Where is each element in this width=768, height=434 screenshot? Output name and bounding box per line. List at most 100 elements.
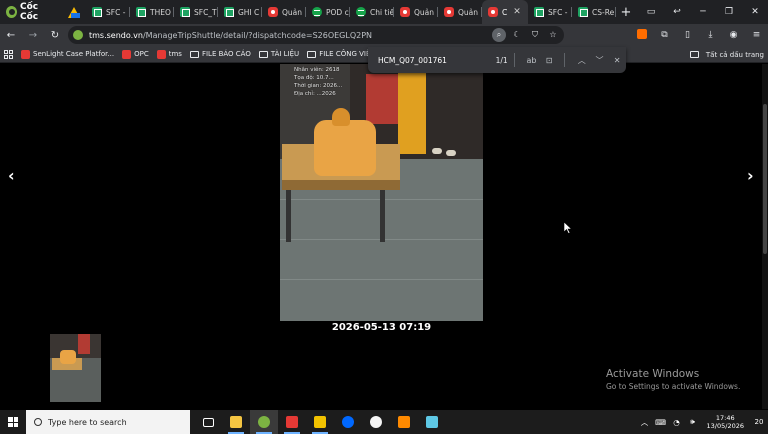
- photo-red-cabinet: [366, 74, 400, 124]
- folder-icon: [307, 50, 317, 58]
- browser-tab[interactable]: Quản: [438, 0, 482, 24]
- taskbar-app-button[interactable]: [306, 410, 334, 434]
- browser-tab[interactable]: Quản: [262, 0, 306, 24]
- bookmark-item[interactable]: tms: [153, 49, 186, 59]
- wifi-icon[interactable]: ◔: [671, 418, 683, 427]
- bookmark-label: SenLight Case Platfor...: [33, 50, 115, 58]
- photo-stamp: Nhân viên: 2618 Tọa độ: 10.7... Thời gia…: [294, 67, 343, 97]
- reload-button[interactable]: ↻: [44, 30, 66, 41]
- browser-tab[interactable]: SFC -: [528, 0, 572, 24]
- browser-tab[interactable]: SFC_T: [174, 0, 218, 24]
- dark-mode-icon[interactable]: ☾: [510, 28, 524, 42]
- maximize-button[interactable]: ❐: [716, 7, 742, 17]
- minimize-button[interactable]: ─: [690, 7, 716, 17]
- photo-table-leg: [380, 190, 385, 242]
- profile-icon[interactable]: ◉: [722, 30, 745, 40]
- menu-icon[interactable]: ≡: [745, 30, 768, 40]
- address-bar[interactable]: tms.sendo.vn/ManageTripShuttle/detail/?d…: [68, 26, 564, 44]
- taskbar-app-button[interactable]: [194, 410, 222, 434]
- find-in-page-icon[interactable]: ⌕: [492, 28, 506, 42]
- taskbar-app-button[interactable]: [334, 410, 362, 434]
- scrollbar-thumb[interactable]: [763, 104, 767, 254]
- next-image-arrow[interactable]: ›: [747, 166, 754, 185]
- bookmark-star-icon[interactable]: ☆: [546, 28, 560, 42]
- all-bookmarks[interactable]: Tất cả dấu trang: [686, 46, 764, 63]
- google-drive-icon[interactable]: [68, 6, 80, 18]
- coccoc-extension-icon[interactable]: [630, 28, 653, 42]
- bookmark-item[interactable]: TÀI LIỆU: [255, 50, 303, 58]
- apps-button[interactable]: [0, 49, 17, 59]
- start-button[interactable]: [0, 410, 26, 434]
- page-scrollbar[interactable]: [762, 64, 768, 409]
- clock[interactable]: 17:46 13/05/2026: [707, 414, 744, 430]
- photo-person: [398, 64, 426, 154]
- photo-thumbnail[interactable]: [50, 334, 101, 402]
- browser-tab[interactable]: THEO: [130, 0, 174, 24]
- taskbar-app-button[interactable]: [278, 410, 306, 434]
- coccoc-brand[interactable]: Cốc Cốc: [0, 0, 62, 24]
- url-text[interactable]: tms.sendo.vn/ManageTripShuttle/detail/?d…: [89, 31, 372, 40]
- match-case-button[interactable]: ab: [523, 56, 541, 65]
- folder-icon: [258, 50, 268, 58]
- folder-icon: [189, 50, 199, 58]
- address-bar-actions: ⌕ ☾ ⛉ ☆: [492, 28, 560, 42]
- bookmark-item[interactable]: OPC: [118, 49, 153, 59]
- extensions-icon[interactable]: ⧉: [653, 30, 676, 40]
- sticky-notes-icon: [314, 416, 326, 428]
- taskbar-app-button[interactable]: [418, 410, 446, 434]
- back-forward-cache-icon[interactable]: ↩: [664, 7, 690, 17]
- tab-label: Chi tiế: [370, 7, 394, 17]
- browser-tab[interactable]: GHI C: [218, 0, 262, 24]
- bookmark-item[interactable]: SenLight Case Platfor...: [17, 49, 118, 59]
- green-app-icon: [356, 7, 366, 17]
- reading-mode-icon[interactable]: ▭: [638, 7, 664, 17]
- sendo-icon: [488, 7, 498, 17]
- shield-icon[interactable]: ⛉: [528, 28, 542, 42]
- taskbar-app-button[interactable]: [222, 410, 250, 434]
- windows-logo-icon: [8, 417, 18, 427]
- taskbar-app-button[interactable]: [390, 410, 418, 434]
- tab-label: Quản: [282, 7, 303, 17]
- system-tray: ︿ ⌨ ◔ 🕪 17:46 13/05/2026 20: [637, 410, 768, 434]
- volume-icon[interactable]: 🕪: [687, 417, 699, 427]
- coccoc-taskbar-icon: [258, 416, 270, 428]
- close-window-button[interactable]: ✕: [742, 7, 768, 17]
- new-tab-button[interactable]: +: [616, 5, 636, 20]
- taskbar-app-button[interactable]: [250, 410, 278, 434]
- apps-grid-icon: [4, 49, 13, 59]
- taskbar-search[interactable]: Type here to search: [26, 410, 190, 434]
- site-info-icon[interactable]: [73, 30, 83, 40]
- sidebar-icon[interactable]: ▯: [676, 30, 699, 40]
- notification-count: 20: [754, 418, 764, 426]
- tray-overflow-icon[interactable]: ︿: [639, 417, 651, 428]
- browser-tab[interactable]: Quản: [394, 0, 438, 24]
- search-options-icon[interactable]: ⊡: [540, 56, 558, 65]
- notification-center-button[interactable]: 20: [750, 410, 768, 434]
- find-previous-button[interactable]: ︿: [573, 55, 591, 66]
- sendo-icon: [21, 49, 30, 59]
- find-next-button[interactable]: ﹀: [591, 55, 609, 66]
- clock-date: 13/05/2026: [706, 422, 744, 430]
- tab-label: GHI C: [238, 7, 260, 17]
- search-icon: [34, 418, 42, 426]
- activate-title: Activate Windows: [606, 368, 700, 380]
- taskbar-app-button[interactable]: [362, 410, 390, 434]
- back-button[interactable]: ←: [0, 30, 22, 41]
- find-input[interactable]: HCM_Q07_001761: [378, 56, 482, 65]
- previous-image-arrow[interactable]: ‹: [8, 166, 15, 185]
- download-icon[interactable]: ⤓: [699, 30, 722, 40]
- photo-sandal: [446, 150, 456, 156]
- task-view-icon: [202, 417, 214, 427]
- tab-strip: Cốc Cốc SFC - THEO SFC_T GHI C Quản POD c Chi …: [0, 0, 768, 24]
- close-tab-icon[interactable]: ✕: [513, 7, 521, 17]
- forward-button[interactable]: →: [22, 30, 44, 41]
- browser-tab[interactable]: Chi tiế: [350, 0, 394, 24]
- bookmark-item[interactable]: FILE BÁO CÁO: [186, 50, 255, 58]
- keyboard-icon[interactable]: ⌨: [655, 418, 667, 427]
- find-close-button[interactable]: ✕: [608, 56, 626, 65]
- browser-tab[interactable]: C ✕: [482, 0, 528, 24]
- browser-tab[interactable]: CS-Re: [572, 0, 616, 24]
- browser-tab[interactable]: POD c: [306, 0, 350, 24]
- browser-tab[interactable]: SFC -: [86, 0, 130, 24]
- sendo-icon: [122, 49, 132, 59]
